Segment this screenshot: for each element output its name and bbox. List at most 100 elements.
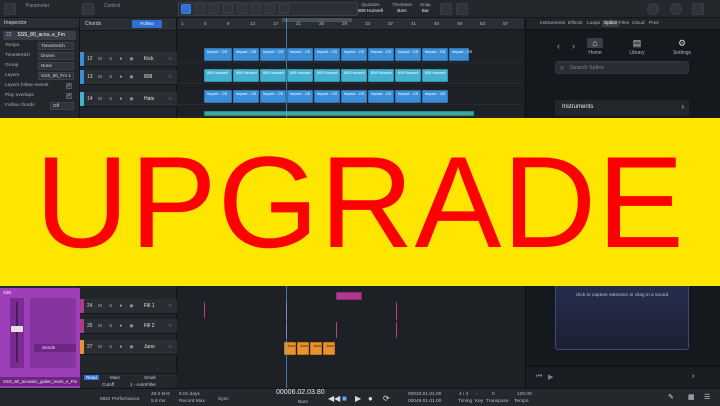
edit-icon[interactable] (82, 3, 94, 15)
nav-home[interactable]: ⌂ Home (575, 38, 615, 56)
audio-clip[interactable]: Impact - OS (395, 48, 421, 61)
follow-button[interactable]: Follow (132, 20, 162, 28)
grid-view-icon[interactable]: ▦ (688, 393, 695, 401)
sync-button[interactable]: Sync (218, 397, 229, 402)
sends-button[interactable]: Sends (34, 344, 76, 352)
splice-search[interactable]: ⌕ (555, 61, 689, 74)
tab-effects[interactable]: Effects (568, 21, 583, 26)
audio-clip[interactable]: Impact - OS (260, 48, 286, 61)
midi-clip[interactable]: Juno (323, 342, 335, 355)
fader-handle[interactable] (11, 326, 23, 332)
audio-clip[interactable]: Impact - OS (204, 48, 232, 61)
nav-settings[interactable]: ⚙ Settings (662, 38, 702, 56)
audio-clip[interactable]: Impact - OS (287, 90, 313, 103)
eraser-tool-icon[interactable] (223, 4, 233, 14)
loop-end[interactable]: 00049.01.01.00 (408, 399, 441, 404)
audio-clip[interactable]: 808 Hazwell (287, 69, 313, 82)
user-icon[interactable] (647, 3, 659, 15)
tab-splice[interactable]: Splice (602, 20, 620, 27)
audio-clip[interactable]: 808 Hazwell (395, 69, 421, 82)
midi-clip[interactable] (336, 292, 362, 300)
track-buttons[interactable]: M S ● ◉ (98, 74, 137, 80)
timestretch-select[interactable]: Drums (38, 52, 74, 60)
volume-fader[interactable] (10, 298, 24, 368)
audio-clip[interactable]: Impact - OS (368, 90, 394, 103)
search-input[interactable] (570, 64, 682, 72)
track-row[interactable]: 25 M S ● ◉ Fill 2 ∿ (80, 319, 177, 334)
audio-clip[interactable]: Impact - OS (260, 90, 286, 103)
track-row[interactable]: 14 M S ● ◉ Hats ∿ (80, 92, 177, 107)
play-icon[interactable]: ▶ (355, 394, 361, 403)
audio-clip[interactable]: 808 Hazwell (368, 69, 394, 82)
audio-clip[interactable] (204, 111, 474, 116)
track-buttons[interactable]: M S ● ◉ (98, 303, 137, 309)
account-icon[interactable] (670, 3, 682, 15)
instruments-category[interactable]: Instruments › (555, 100, 689, 116)
track-buttons[interactable]: M S ● ◉ (98, 96, 137, 102)
audio-clip[interactable]: Impact - OS (395, 90, 421, 103)
play-overlaps-checkbox[interactable]: ✓ (66, 93, 72, 99)
audio-clip[interactable]: 808 Hazwell (314, 69, 340, 82)
snap-select[interactable]: Snap Bar (420, 2, 431, 14)
audio-clip[interactable]: 808 Hazwell (422, 69, 448, 82)
read-button[interactable]: Read (84, 375, 99, 380)
tab-cloud[interactable]: Cloud (632, 21, 645, 26)
timebase-select[interactable]: Timebase Bars (392, 2, 412, 14)
back-arrow-icon[interactable]: ‹ (557, 41, 560, 51)
list-view-icon[interactable]: ☰ (704, 393, 710, 401)
tab-pool[interactable]: Pool (649, 21, 659, 26)
tab-files[interactable]: Files (619, 21, 629, 26)
track-buttons[interactable]: M S ● ◉ (98, 56, 137, 62)
midi-clip[interactable]: Juno (297, 342, 309, 355)
prev-icon[interactable]: ⏮ (536, 373, 542, 381)
rewind-icon[interactable]: ◀◀ (328, 394, 340, 403)
audio-clip[interactable]: Impact - OS (341, 48, 367, 61)
group-select[interactable]: None (38, 62, 74, 70)
bend-tool-icon[interactable] (265, 4, 275, 14)
audio-clip[interactable]: Impact - OS (368, 48, 394, 61)
audio-clip[interactable]: 808 Hazwell (341, 69, 367, 82)
capture-drop-zone[interactable]: click to capture selection or drag in a … (555, 284, 689, 350)
timeline-ruler[interactable]: 1 5 9 13 17 21 25 29 33 37 41 45 49 53 5… (178, 18, 524, 30)
audio-clip[interactable]: 808 Hazwell (260, 69, 286, 82)
audio-clip[interactable]: Impact - OS (204, 90, 232, 103)
audio-clip[interactable]: Impact - OS (233, 48, 259, 61)
key-value[interactable]: - (476, 392, 478, 397)
track-row[interactable]: 27 M S ● ◉ Juno ∿ (80, 340, 177, 355)
position-display[interactable]: 00006.02.03.80 (276, 389, 325, 396)
arrow-tool-icon[interactable] (181, 4, 191, 14)
audio-clip[interactable]: Impact - OS (341, 90, 367, 103)
tempo-value[interactable]: 120.00 (517, 392, 532, 397)
audio-clip[interactable]: Impact - OS (314, 90, 340, 103)
tempo-select[interactable]: Timestretch (38, 42, 74, 50)
menu-icon[interactable] (4, 3, 16, 15)
transpose-value[interactable]: 0 (492, 392, 495, 397)
grid-icon[interactable] (456, 3, 468, 15)
track-buttons[interactable]: M S ● ◉ (98, 323, 137, 329)
midi-clip[interactable]: Juno (310, 342, 322, 355)
loop-start[interactable]: 00033.01.01.00 (408, 392, 441, 397)
nav-library[interactable]: ▤ Library (617, 38, 657, 56)
audio-clip[interactable]: Impact - OS (422, 90, 448, 103)
snap-toggle-icon[interactable] (440, 3, 452, 15)
pencil-icon[interactable]: ✎ (668, 393, 674, 401)
range-tool-icon[interactable] (195, 4, 205, 14)
mixer-icon[interactable] (692, 3, 704, 15)
track-buttons[interactable]: M S ● ◉ (98, 344, 137, 350)
play-preview-icon[interactable]: ▶ (548, 373, 553, 381)
volume-icon[interactable]: ◖ (691, 373, 695, 380)
track-row[interactable]: 24 M S ● ◉ Fill 1 ∿ (80, 299, 177, 314)
layers-select[interactable]: SSS_80_Fm 1 (38, 72, 74, 80)
size-select[interactable]: Small (144, 375, 156, 380)
audio-clip[interactable]: 808 Hazwell (204, 69, 232, 82)
audio-clip[interactable]: 808 Hazwell (233, 69, 259, 82)
stop-icon[interactable]: ■ (342, 394, 347, 403)
time-signature[interactable]: 4 / 4 (459, 392, 468, 397)
mute-tool-icon[interactable] (251, 4, 261, 14)
audio-clip[interactable]: Impact - OS (287, 48, 313, 61)
audio-clip[interactable]: Impact - OS (422, 48, 448, 61)
quantize-select[interactable]: Quantize 808 Hazwell (358, 2, 383, 14)
layers-follow-checkbox[interactable]: ✓ (66, 83, 72, 89)
tab-loops[interactable]: Loops (587, 21, 600, 26)
listen-tool-icon[interactable] (279, 4, 289, 14)
